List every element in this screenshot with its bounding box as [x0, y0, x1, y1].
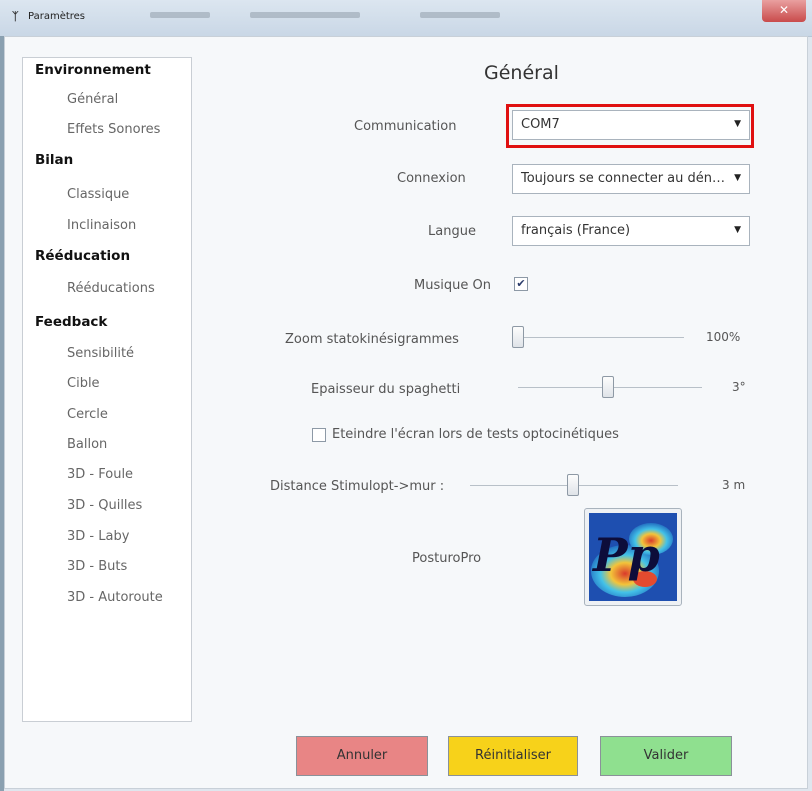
- sidebar-category-reeducation[interactable]: Rééducation: [35, 248, 130, 264]
- highlight-box: [506, 104, 754, 148]
- musique-checkbox[interactable]: ✔: [514, 277, 528, 291]
- zoom-value: 100%: [706, 330, 741, 344]
- sidebar-item-3d-laby[interactable]: 3D - Laby: [67, 529, 129, 544]
- sidebar-item-3d-quilles[interactable]: 3D - Quilles: [67, 498, 142, 513]
- distance-value: 3 m: [722, 478, 746, 492]
- sidebar-item-classique[interactable]: Classique: [67, 187, 129, 202]
- background-blur: [150, 12, 210, 18]
- zoom-label: Zoom statokinésigrammes: [285, 332, 459, 347]
- sidebar-item-general[interactable]: Général: [67, 92, 118, 107]
- annuler-button[interactable]: Annuler: [296, 736, 428, 776]
- distance-slider-thumb[interactable]: [567, 474, 579, 496]
- dropdown-arrow-icon: ▼: [734, 173, 741, 183]
- sidebar-item-3d-autoroute[interactable]: 3D - Autoroute: [67, 590, 163, 605]
- title-bar: ᛉ Paramètres ✕: [0, 0, 812, 37]
- zoom-slider-track: [512, 337, 684, 338]
- posturopro-button[interactable]: Pp: [584, 508, 682, 606]
- sidebar-item-reeducations[interactable]: Rééducations: [67, 281, 155, 296]
- epaisseur-slider-thumb[interactable]: [602, 376, 614, 398]
- langue-value: français (France): [521, 223, 631, 238]
- epaisseur-value: 3°: [732, 380, 746, 394]
- sidebar-item-effets-sonores[interactable]: Effets Sonores: [67, 122, 160, 137]
- langue-select[interactable]: français (France) ▼: [512, 216, 750, 246]
- sidebar-item-3d-foule[interactable]: 3D - Foule: [67, 467, 133, 482]
- reinitialiser-button[interactable]: Réinitialiser: [448, 736, 578, 776]
- app-icon: ᛉ: [12, 10, 19, 23]
- distance-label: Distance Stimulopt->mur :: [270, 479, 445, 494]
- valider-button[interactable]: Valider: [600, 736, 732, 776]
- sidebar-category-bilan[interactable]: Bilan: [35, 152, 73, 168]
- posturopro-label: PosturoPro: [412, 551, 482, 566]
- sidebar-item-3d-buts[interactable]: 3D - Buts: [67, 559, 127, 574]
- sidebar-item-cible[interactable]: Cible: [67, 376, 100, 391]
- epaisseur-label: Epaisseur du spaghetti: [311, 382, 461, 397]
- background-blur: [250, 12, 360, 18]
- settings-sidebar: Environnement Général Effets Sonores Bil…: [22, 57, 192, 722]
- sidebar-item-cercle[interactable]: Cercle: [67, 407, 108, 422]
- close-button[interactable]: ✕: [762, 0, 806, 22]
- sidebar-category-feedback[interactable]: Feedback: [35, 314, 107, 330]
- background-blur: [420, 12, 500, 18]
- posturopro-logo-icon: Pp: [589, 513, 677, 601]
- checkmark-icon: ✔: [516, 277, 526, 290]
- eteindre-label: Eteindre l'écran lors de tests optocinét…: [332, 427, 619, 442]
- dropdown-arrow-icon: ▼: [734, 225, 741, 235]
- page-title: Général: [484, 62, 559, 84]
- communication-label: Communication: [354, 119, 457, 134]
- svg-text:Pp: Pp: [591, 528, 660, 582]
- connexion-value: Toujours se connecter au dén…: [521, 171, 726, 186]
- sidebar-item-ballon[interactable]: Ballon: [67, 437, 107, 452]
- sidebar-item-inclinaison[interactable]: Inclinaison: [67, 218, 136, 233]
- zoom-slider-thumb[interactable]: [512, 326, 524, 348]
- window-title: Paramètres: [28, 11, 86, 22]
- connexion-label: Connexion: [397, 171, 466, 186]
- musique-label: Musique On: [414, 278, 491, 293]
- eteindre-checkbox[interactable]: [312, 428, 326, 442]
- connexion-select[interactable]: Toujours se connecter au dén… ▼: [512, 164, 750, 194]
- langue-label: Langue: [428, 224, 476, 239]
- sidebar-category-environnement[interactable]: Environnement: [35, 62, 151, 78]
- sidebar-item-sensibilite[interactable]: Sensibilité: [67, 346, 134, 361]
